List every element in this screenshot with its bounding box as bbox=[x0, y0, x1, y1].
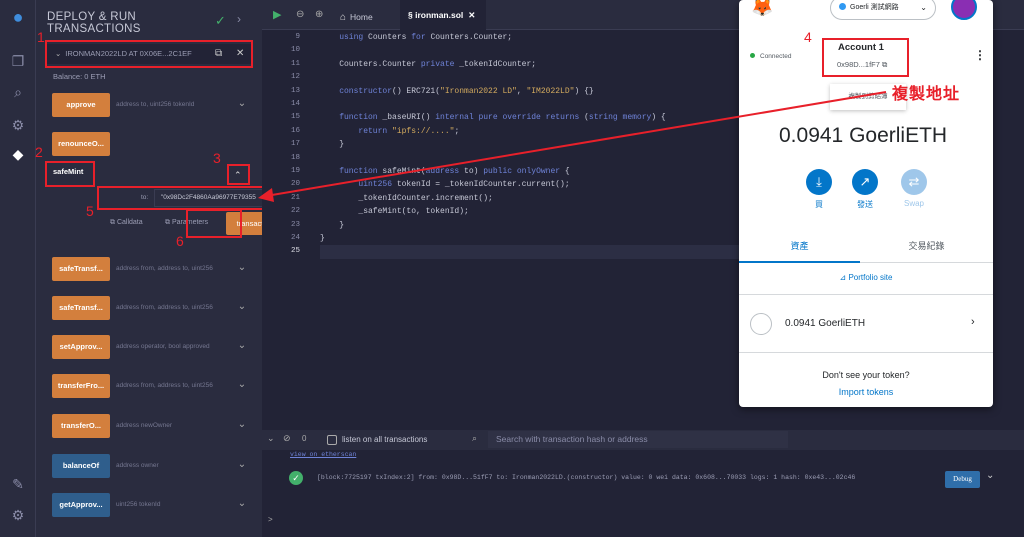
annotation-arrow bbox=[258, 91, 887, 202]
arrow-head bbox=[258, 188, 274, 202]
arrow-line bbox=[265, 91, 887, 197]
